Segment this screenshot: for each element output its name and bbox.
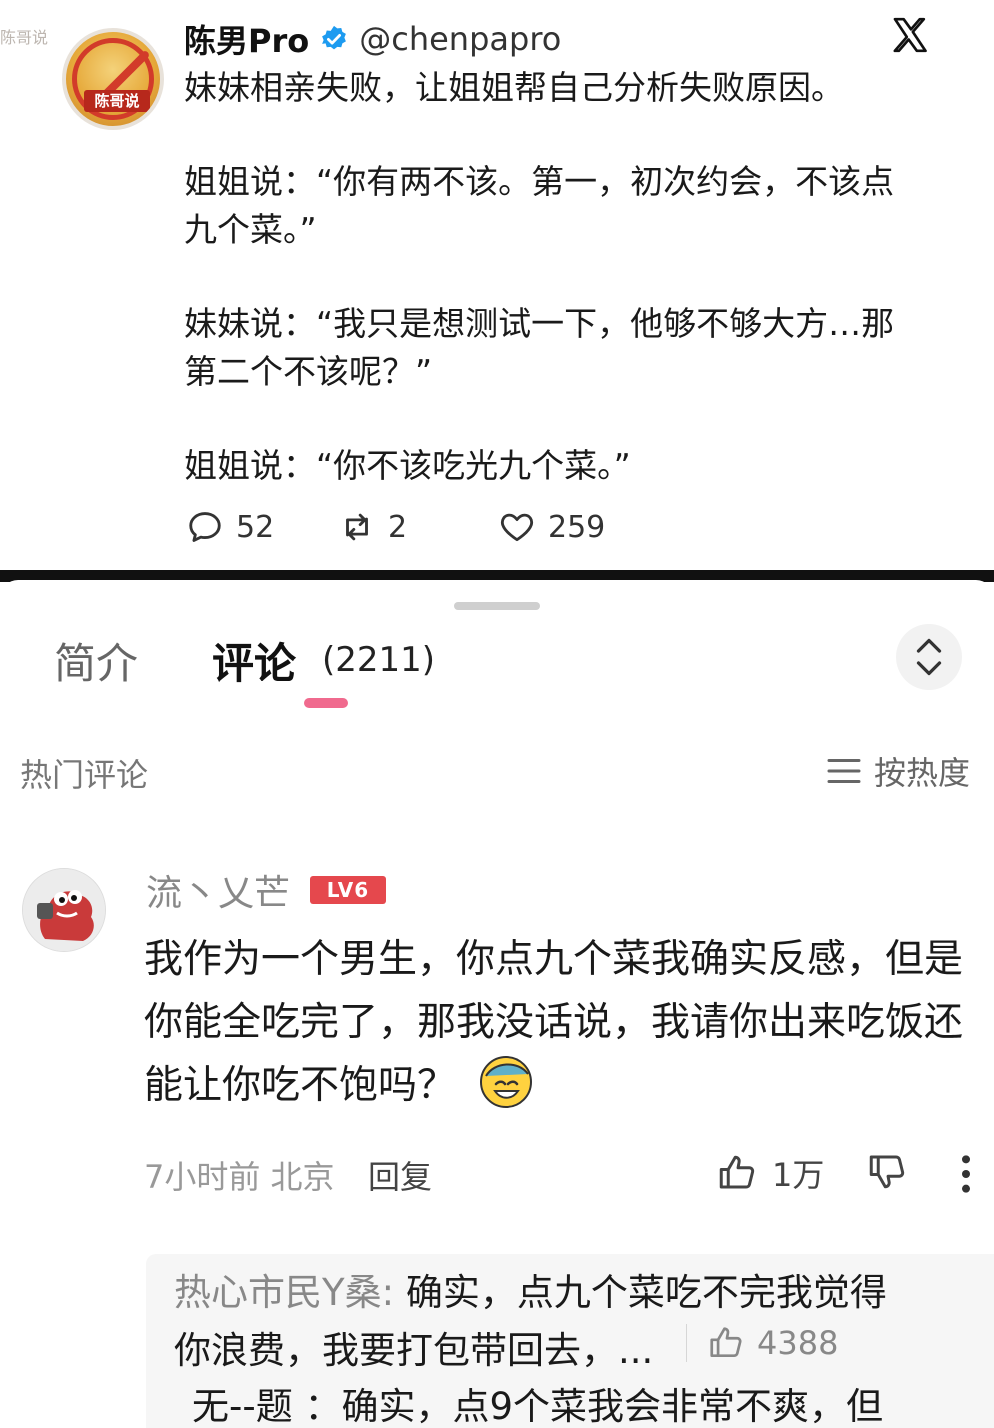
comment-like-button[interactable]: 1万 — [716, 1150, 824, 1196]
heart-icon — [500, 513, 534, 542]
tweet-text: 妹妹相亲失败，让姐姐帮自己分析失败原因。 姐姐说：“你有两不该。第一，初次约会，… — [184, 64, 914, 490]
x-logo-icon[interactable] — [890, 14, 930, 56]
tweet-actions: 52 2 259 — [186, 508, 605, 546]
tab-comments[interactable]: 评论 — [212, 630, 296, 691]
reply-bubble-icon — [189, 512, 221, 542]
sub-reply-like-count: 4388 — [757, 1324, 839, 1362]
sort-button[interactable]: 按热度 — [826, 748, 970, 794]
comment-time-location: 7小时前 北京 — [144, 1158, 335, 1196]
tweet-card: 陈哥说 陈哥说 陈男Pro @chenpapro 妹妹相亲失败，让姐姐帮自己分析… — [0, 0, 994, 570]
tweet-paragraph: 妹妹相亲失败，让姐姐帮自己分析失败原因。 — [184, 68, 844, 107]
reply-action[interactable]: 52 — [186, 508, 338, 546]
comments-sheet: 简介 评论 (2211) 热门评论 按热度 流丶乂芒 LV6 我作为一个男生，你… — [0, 580, 994, 1428]
tab-intro[interactable]: 简介 — [54, 630, 138, 691]
thumbs-down-icon — [869, 1155, 905, 1189]
sub-reply-username[interactable]: 热心市民Y桑: — [174, 1271, 394, 1314]
drag-handle[interactable] — [454, 602, 540, 610]
retweet-count: 2 — [388, 509, 408, 545]
comment-body: 我作为一个男生，你点九个菜我确实反感，但是你能全吃完了，那我没话说，我请你出来吃… — [144, 937, 964, 1108]
thumbs-up-icon — [710, 1327, 742, 1358]
retweet-icon — [346, 513, 368, 541]
author-name[interactable]: 陈男Pro — [184, 16, 309, 62]
watermark-text: 陈哥说 — [0, 28, 49, 47]
laughing-emoji-icon — [480, 1056, 533, 1108]
comment-count: (2211) — [322, 640, 436, 680]
retweet-action[interactable]: 2 — [338, 508, 498, 546]
cartoon-avatar-icon — [23, 869, 105, 951]
sub-reply-line: 热心市民Y桑: 确实，点九个菜吃不完我觉得 — [174, 1262, 887, 1316]
verified-badge-icon — [322, 25, 347, 50]
comment-text: 我作为一个男生，你点九个菜我确实反感，但是你能全吃完了，那我没话说，我请你出来吃… — [144, 928, 974, 1117]
sub-replies-box[interactable]: 热心市民Y桑: 确实，点九个菜吃不完我觉得 你浪费，我要打包带回去，... 43… — [146, 1254, 994, 1428]
comment-dislike-button[interactable] — [866, 1150, 908, 1196]
sub-reply-text: 确实，点九个菜吃不完我觉得 — [394, 1271, 887, 1314]
author-avatar[interactable]: 陈哥说 — [62, 28, 164, 130]
thumbs-up-icon — [719, 1155, 755, 1189]
expand-collapse-button[interactable] — [896, 624, 962, 690]
tweet-paragraph: 妹妹说：“我只是想测试一下，他够不够大方…那第二个不该呢？” — [184, 304, 895, 391]
reply-button[interactable]: 回复 — [368, 1152, 432, 1198]
tweet-paragraph: 姐姐说：“你不该吃光九个菜。” — [184, 446, 631, 485]
hot-comments-label: 热门评论 — [20, 756, 149, 794]
tweet-paragraph: 姐姐说：“你有两不该。第一，初次约会，不该点九个菜。” — [184, 162, 895, 249]
like-count: 259 — [548, 509, 606, 545]
more-options-icon[interactable] — [954, 1154, 978, 1194]
active-tab-indicator — [304, 698, 348, 708]
avatar-seal-text: 陈哥说 — [84, 90, 150, 112]
sub-reply-like-button[interactable]: 4388 — [686, 1324, 838, 1362]
tweet-header: 陈男Pro @chenpapro — [184, 16, 561, 62]
commenter-username[interactable]: 流丶乂芒 — [146, 864, 290, 916]
sub-reply-text-continued: 你浪费，我要打包带回去，... — [174, 1329, 654, 1372]
author-handle[interactable]: @chenpapro — [359, 20, 561, 58]
chevron-up-down-icon — [916, 638, 942, 676]
like-action[interactable]: 259 — [498, 508, 605, 546]
sort-lines-icon — [827, 759, 861, 783]
sub-reply-partial: 无--题 ：确实，点9个菜我会非常不爽，但 — [192, 1385, 884, 1428]
commenter-avatar[interactable] — [22, 868, 106, 952]
level-badge: LV6 — [310, 876, 386, 904]
reply-count: 52 — [236, 509, 275, 545]
sort-label: 按热度 — [874, 754, 971, 792]
comment-like-count: 1万 — [772, 1156, 825, 1194]
